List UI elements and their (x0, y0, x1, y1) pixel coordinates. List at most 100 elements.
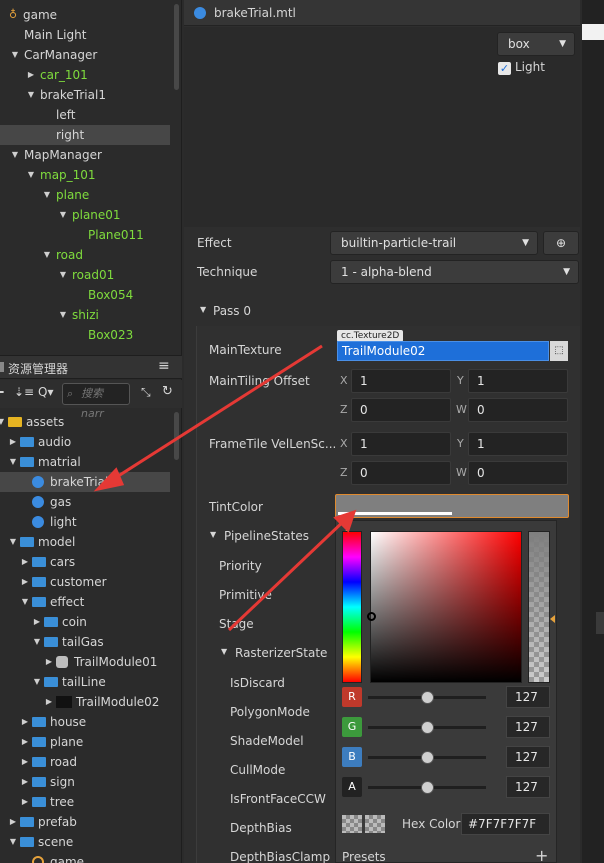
asset-item[interactable]: brakeTrial (0, 472, 170, 492)
asset-item[interactable]: ▶ tree (0, 792, 170, 812)
channel-r-input[interactable]: 127 (506, 686, 550, 708)
asset-item[interactable]: ▼ assets (0, 412, 170, 432)
hierarchy-node[interactable]: ▼ road01 (0, 265, 170, 285)
hierarchy-node[interactable]: ▼ plane (0, 185, 170, 205)
caret-down-icon[interactable]: ▼ (8, 532, 18, 552)
raster-caret-icon[interactable]: ▼ (221, 647, 227, 656)
hex-input[interactable]: #7F7F7F7F (461, 813, 550, 835)
caret-right-icon[interactable]: ▶ (20, 572, 30, 592)
asset-item[interactable]: ▼ scene (0, 832, 170, 852)
caret-down-icon[interactable]: ▼ (58, 265, 68, 285)
hierarchy-node[interactable]: left (0, 105, 170, 125)
asset-item[interactable]: ▶ coin (0, 612, 170, 632)
caret-down-icon[interactable]: ▼ (58, 205, 68, 225)
caret-down-icon[interactable]: ▼ (26, 165, 36, 185)
channel-a-input[interactable]: 127 (506, 776, 550, 798)
menu-icon[interactable]: ≡ (158, 358, 170, 374)
tiling-y-field[interactable]: 1 (468, 369, 568, 393)
tiling-w-field[interactable]: 0 (468, 398, 568, 422)
caret-down-icon[interactable]: ▼ (32, 672, 42, 692)
channel-b-input[interactable]: 127 (506, 746, 550, 768)
alpha-marker[interactable] (550, 615, 555, 623)
asset-item[interactable]: ▶ TrailModule01 (0, 652, 170, 672)
caret-right-icon[interactable]: ▶ (20, 552, 30, 572)
caret-right-icon[interactable]: ▶ (44, 692, 54, 712)
asset-item[interactable]: ▼ tailGas (0, 632, 170, 652)
asset-item[interactable]: gas (0, 492, 170, 512)
hierarchy-node[interactable]: Box054 (0, 285, 170, 305)
pipeline-label[interactable]: PipelineStates (224, 529, 309, 543)
caret-down-icon[interactable]: ▼ (58, 305, 68, 325)
hierarchy-node[interactable]: ▼ shizi (0, 305, 170, 325)
caret-down-icon[interactable]: ▼ (26, 85, 36, 105)
saturation-value-area[interactable] (367, 531, 522, 683)
frametile-z-field[interactable]: 0 (351, 461, 451, 485)
asset-item[interactable]: light (0, 512, 170, 532)
asset-item[interactable]: ▶ prefab (0, 812, 170, 832)
texture-pick-button[interactable]: ⬚ (550, 341, 568, 361)
caret-down-icon[interactable]: ▼ (0, 412, 6, 432)
pass-label[interactable]: Pass 0 (213, 304, 251, 318)
search-type-icon[interactable]: Q▾ (38, 385, 53, 399)
caret-right-icon[interactable]: ▶ (8, 812, 18, 832)
caret-down-icon[interactable]: ▼ (8, 452, 18, 472)
caret-down-icon[interactable]: ▼ (42, 185, 52, 205)
hierarchy-scrollbar[interactable] (174, 4, 179, 90)
hue-slider[interactable] (342, 531, 362, 683)
asset-item[interactable]: game (0, 852, 170, 863)
tint-color-swatch[interactable] (335, 494, 569, 518)
tiling-z-field[interactable]: 0 (351, 398, 451, 422)
caret-down-icon[interactable]: ▼ (42, 245, 52, 265)
technique-dropdown[interactable]: 1 - alpha-blend ▼ (330, 260, 579, 284)
hierarchy-node[interactable]: ▼ CarManager (0, 45, 170, 65)
pass-caret-icon[interactable]: ▼ (200, 305, 206, 314)
caret-right-icon[interactable]: ▶ (20, 772, 30, 792)
assets-scrollbar[interactable] (174, 412, 179, 460)
asset-item[interactable]: ▶ cars (0, 552, 170, 572)
asset-item[interactable]: ▶ TrailModule02 (0, 692, 170, 712)
channel-g-slider[interactable] (368, 721, 486, 734)
channel-r-slider[interactable] (368, 691, 486, 704)
slider-knob[interactable] (421, 721, 434, 734)
frametile-y-field[interactable]: 1 (468, 432, 568, 456)
caret-down-icon[interactable]: ▼ (32, 632, 42, 652)
frametile-x-field[interactable]: 1 (351, 432, 451, 456)
collapse-icon[interactable]: ⤡ (141, 385, 151, 400)
hierarchy-node[interactable]: ♁ game (0, 5, 170, 25)
caret-right-icon[interactable]: ▶ (20, 792, 30, 812)
asset-item[interactable]: ▶ house (0, 712, 170, 732)
caret-down-icon[interactable]: ▼ (10, 45, 20, 65)
hierarchy-node[interactable]: ▼ brakeTrial1 (0, 85, 170, 105)
asset-item[interactable]: ▶ road (0, 752, 170, 772)
caret-right-icon[interactable]: ▶ (20, 712, 30, 732)
hierarchy-node[interactable]: ▼ map_101 (0, 165, 170, 185)
slider-knob[interactable] (421, 781, 434, 794)
caret-down-icon[interactable]: ▼ (8, 832, 18, 852)
preview-shape-dropdown[interactable]: box ▼ (497, 32, 575, 56)
channel-g-input[interactable]: 127 (506, 716, 550, 738)
asset-item[interactable]: ▼ matrial (0, 452, 170, 472)
caret-right-icon[interactable]: ▶ (44, 652, 54, 672)
channel-a-slider[interactable] (368, 781, 486, 794)
caret-down-icon[interactable]: ▼ (20, 592, 30, 612)
slider-knob[interactable] (421, 691, 434, 704)
hierarchy-node[interactable]: right (0, 125, 170, 145)
add-icon[interactable]: ╸ (0, 385, 7, 399)
refresh-icon[interactable]: ↻ (162, 384, 173, 399)
asset-item[interactable]: ▶ customer (0, 572, 170, 592)
frametile-w-field[interactable]: 0 (468, 461, 568, 485)
raster-label[interactable]: RasterizerState (235, 646, 327, 660)
asset-item[interactable]: ▶ plane (0, 732, 170, 752)
asset-item[interactable]: ▶ audio (0, 432, 170, 452)
tiling-x-field[interactable]: 1 (351, 369, 451, 393)
pipeline-caret-icon[interactable]: ▼ (210, 530, 216, 539)
asset-item[interactable]: ▶ sign (0, 772, 170, 792)
sv-cursor[interactable] (367, 612, 376, 621)
hierarchy-node[interactable]: Plane011 (0, 225, 170, 245)
transparent-swatch-1[interactable] (342, 815, 362, 833)
caret-down-icon[interactable]: ▼ (10, 145, 20, 165)
asset-item[interactable]: ▼ tailLine (0, 672, 170, 692)
effect-dropdown[interactable]: builtin-particle-trail ▼ (330, 231, 538, 255)
sort-icon[interactable]: ⇣≡ (14, 385, 34, 399)
alpha-slider[interactable] (528, 531, 555, 683)
